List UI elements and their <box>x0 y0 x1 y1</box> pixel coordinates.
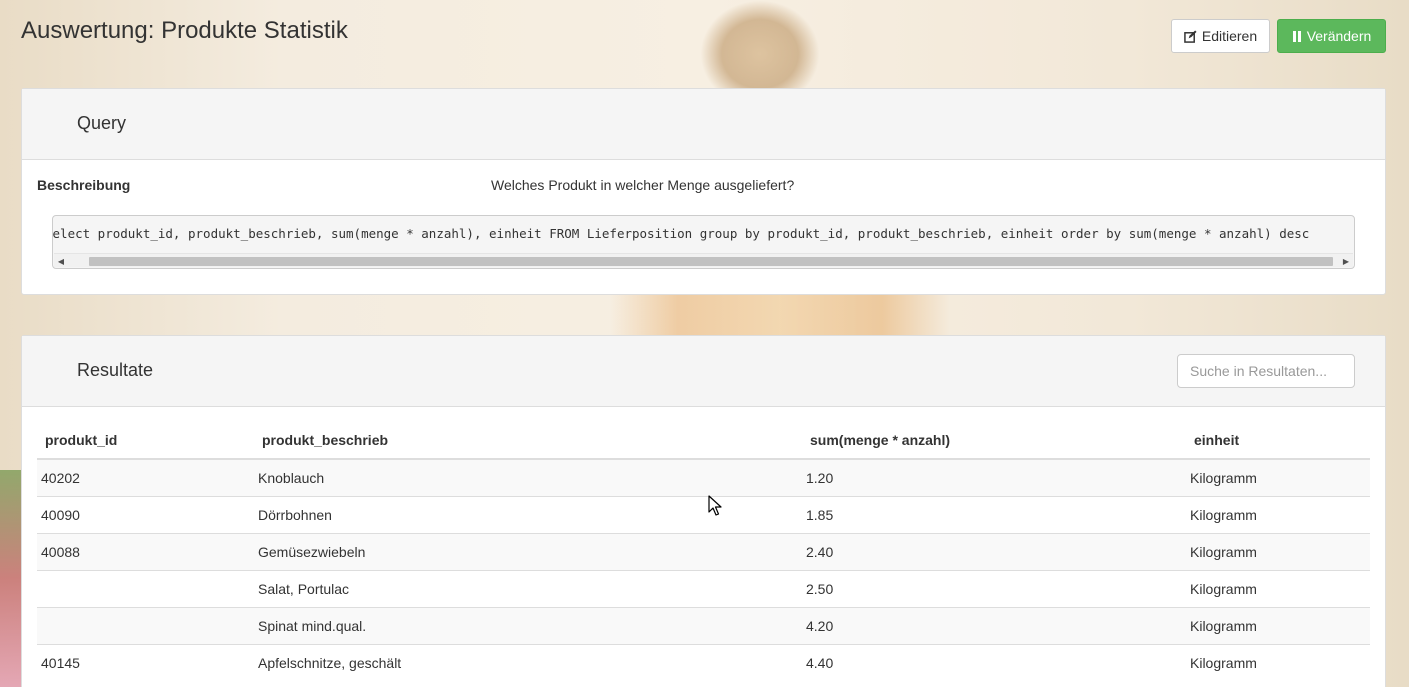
table-row: Spinat mind.qual. 4.20 Kilogramm <box>37 606 1370 644</box>
cell-sum: 2.40 <box>802 532 1186 570</box>
cell-produkt-id <box>37 569 254 607</box>
query-panel-title: Query <box>77 113 127 133</box>
table-row: 40202 Knoblauch 1.20 Kilogramm <box>37 458 1370 496</box>
cell-produkt-beschrieb: Knoblauch <box>254 458 802 496</box>
cell-produkt-id: 40145 <box>37 643 254 681</box>
table-row: Salat, Portulac 2.50 Kilogramm <box>37 569 1370 607</box>
results-search-input[interactable] <box>1177 354 1355 388</box>
results-panel: Resultate produkt_id produkt_beschrieb s… <box>21 335 1386 687</box>
edit-icon <box>1184 29 1197 43</box>
pause-icon <box>1292 30 1302 42</box>
table-header-row: produkt_id produkt_beschrieb sum(menge *… <box>37 422 1370 460</box>
change-button-label: Verändern <box>1306 28 1372 44</box>
edit-button[interactable]: Editieren <box>1171 19 1270 53</box>
background-vase <box>700 0 820 90</box>
cell-produkt-id: 40090 <box>37 495 254 533</box>
sql-query-text: select produkt_id, produkt_beschrieb, su… <box>52 226 1310 241</box>
table-row: 40145 Apfelschnitze, geschält 4.40 Kilog… <box>37 643 1370 681</box>
horizontal-scrollbar[interactable]: ◀ ▶ <box>54 253 1353 267</box>
page-title: Auswertung: Produkte Statistik <box>21 17 348 44</box>
cell-sum: 1.85 <box>802 495 1186 533</box>
edit-button-label: Editieren <box>1201 28 1258 44</box>
scroll-left-arrow-icon[interactable]: ◀ <box>54 254 68 268</box>
cell-produkt-beschrieb: Apfelschnitze, geschält <box>254 643 802 681</box>
scroll-right-arrow-icon[interactable]: ▶ <box>1339 254 1353 268</box>
cell-sum: 1.20 <box>802 458 1186 496</box>
column-header-sum[interactable]: sum(menge * anzahl) <box>802 422 1186 460</box>
query-panel: Query Beschreibung Welches Produkt in we… <box>21 88 1386 295</box>
column-header-produkt-beschrieb[interactable]: produkt_beschrieb <box>254 422 802 460</box>
scrollbar-thumb[interactable] <box>89 257 1333 266</box>
cell-produkt-beschrieb: Spinat mind.qual. <box>254 606 802 644</box>
cell-einheit: Kilogramm <box>1186 606 1370 644</box>
results-panel-heading: Resultate <box>22 336 1385 407</box>
cell-produkt-id: 40088 <box>37 532 254 570</box>
change-button[interactable]: Verändern <box>1277 19 1386 53</box>
results-table: produkt_id produkt_beschrieb sum(menge *… <box>37 422 1370 681</box>
description-value: Welches Produkt in welcher Menge ausgeli… <box>491 177 795 193</box>
cell-sum: 4.40 <box>802 643 1186 681</box>
column-header-einheit[interactable]: einheit <box>1186 422 1370 460</box>
cell-einheit: Kilogramm <box>1186 643 1370 681</box>
results-panel-title: Resultate <box>77 360 154 380</box>
description-label: Beschreibung <box>37 177 131 193</box>
cell-produkt-beschrieb: Dörrbohnen <box>254 495 802 533</box>
column-header-produkt-id[interactable]: produkt_id <box>37 422 254 460</box>
cell-einheit: Kilogramm <box>1186 458 1370 496</box>
cell-produkt-beschrieb: Salat, Portulac <box>254 569 802 607</box>
background-decoration <box>0 470 22 687</box>
table-row: 40088 Gemüsezwiebeln 2.40 Kilogramm <box>37 532 1370 570</box>
cell-produkt-id <box>37 606 254 644</box>
background-pot <box>610 290 950 340</box>
cell-produkt-beschrieb: Gemüsezwiebeln <box>254 532 802 570</box>
query-panel-heading: Query <box>22 89 1385 160</box>
cell-einheit: Kilogramm <box>1186 532 1370 570</box>
cell-einheit: Kilogramm <box>1186 495 1370 533</box>
sql-code-box[interactable]: select produkt_id, produkt_beschrieb, su… <box>52 215 1355 269</box>
cell-sum: 4.20 <box>802 606 1186 644</box>
table-row: 40090 Dörrbohnen 1.85 Kilogramm <box>37 495 1370 533</box>
cell-einheit: Kilogramm <box>1186 569 1370 607</box>
cell-produkt-id: 40202 <box>37 458 254 496</box>
cell-sum: 2.50 <box>802 569 1186 607</box>
